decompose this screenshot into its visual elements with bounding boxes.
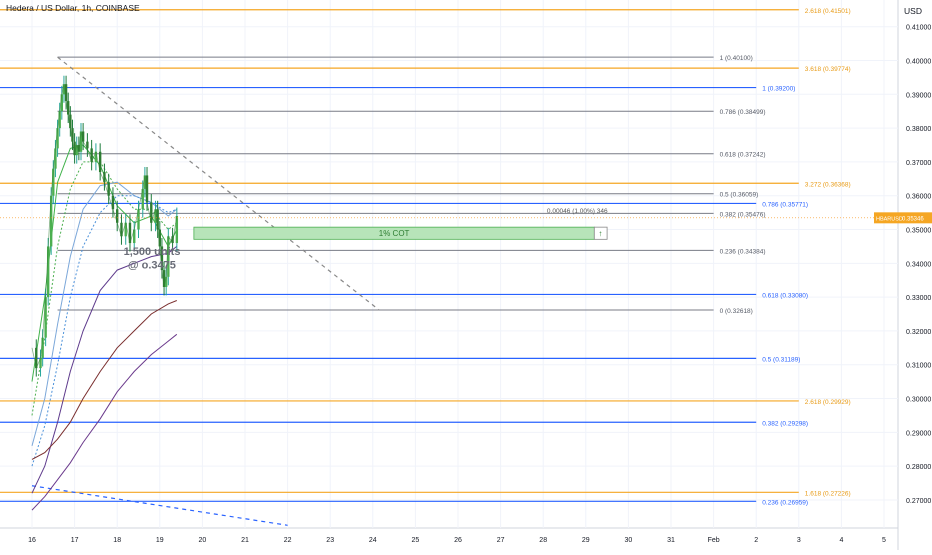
x-tick-label: 29	[582, 537, 590, 544]
chart-title: Hedera / US Dollar, 1h, COINBASE	[6, 3, 140, 13]
current-price-symbol: HBARUSD	[876, 216, 903, 222]
x-tick-label: 17	[71, 537, 79, 544]
fib-retracement-label: 0 (0.32618)	[720, 308, 753, 315]
y-tick-label: 0.35000	[906, 228, 931, 235]
x-tick-label: 20	[199, 537, 207, 544]
x-tick-label: 23	[326, 537, 334, 544]
x-tick-label: Feb	[708, 537, 720, 544]
current-price-value: 0.35346	[902, 216, 924, 222]
x-tick-label: 24	[369, 537, 377, 544]
moving-average-line	[31, 246, 178, 494]
annotation-line-1: 1,500 units	[124, 246, 181, 258]
x-tick-label: 30	[625, 537, 633, 544]
x-tick-label: 25	[412, 537, 420, 544]
blue-level-label: 0.5 (0.31189)	[762, 356, 800, 363]
chart: Hedera / US Dollar, 1h, COINBASE USD 0.4…	[0, 0, 932, 550]
y-tick-label: 0.29000	[906, 430, 931, 437]
x-tick-label: 22	[284, 537, 292, 544]
x-tick-label: 28	[539, 537, 547, 544]
fib-retracement-label: 0.786 (0.38499)	[720, 109, 766, 116]
y-tick-label: 0.38000	[906, 126, 931, 133]
blue-level-label: 0.618 (0.33080)	[762, 292, 808, 299]
x-tick-label: 21	[241, 537, 249, 544]
up-arrow-icon: ↑	[598, 229, 602, 238]
x-tick-label: 3	[797, 537, 801, 544]
y-tick-label: 0.28000	[906, 464, 931, 471]
position-box-info: 0.00046 (1.00%) 346	[547, 208, 608, 215]
fib-retracement-label: 1 (0.40100)	[720, 55, 753, 62]
y-tick-label: 0.40000	[906, 59, 931, 66]
x-tick-label: 4	[839, 537, 843, 544]
y-tick-label: 0.32000	[906, 329, 931, 336]
y-tick-label: 0.41000	[906, 25, 931, 32]
blue-level-label: 0.236 (0.26959)	[762, 499, 808, 506]
x-tick-label: 5	[882, 537, 886, 544]
x-tick-label: 31	[667, 537, 675, 544]
y-tick-label: 0.27000	[906, 498, 931, 505]
y-tick-label: 0.31000	[906, 363, 931, 370]
fib-retracement-label: 0.382 (0.35476)	[720, 211, 766, 218]
x-tick-label: 2	[754, 537, 758, 544]
blue-level-label: 0.382 (0.29298)	[762, 420, 808, 427]
x-tick-label: 26	[454, 537, 462, 544]
x-tick-label: 27	[497, 537, 505, 544]
position-box-label: 1% COT	[379, 229, 410, 238]
y-tick-label: 0.34000	[906, 261, 931, 268]
fib-retracement-label: 0.618 (0.37242)	[720, 152, 766, 159]
orange-level-label: 2.618 (0.41501)	[805, 8, 851, 15]
x-tick-label: 16	[28, 537, 36, 544]
y-tick-label: 0.33000	[906, 295, 931, 302]
orange-level-label: 3.272 (0.36368)	[805, 181, 851, 188]
candle-body	[49, 195, 53, 247]
fib-retracement-label: 0.236 (0.34384)	[720, 248, 766, 255]
blue-level-label: 1 (0.39200)	[762, 86, 795, 93]
blue-level-label: 0.786 (0.35771)	[762, 201, 808, 208]
chart-canvas[interactable]: 0.41000 0.40000 0.39000 0.38000 0.37000 0.360…	[0, 0, 932, 550]
y-tick-label: 0.30000	[906, 397, 931, 404]
orange-level-label: 1.618 (0.27226)	[805, 490, 851, 497]
orange-level-label: 3.618 (0.39774)	[805, 66, 851, 73]
x-tick-label: 18	[113, 537, 121, 544]
y-tick-label: 0.36000	[906, 194, 931, 201]
y-tick-label: 0.39000	[906, 92, 931, 99]
x-tick-label: 19	[156, 537, 164, 544]
fib-retracement-label: 0.5 (0.36059)	[720, 192, 759, 199]
y-tick-label: 0.37000	[906, 160, 931, 167]
annotation-line-2: @ o.3475	[128, 260, 176, 272]
currency-label: USD	[904, 6, 922, 16]
orange-level-label: 2.618 (0.29929)	[805, 399, 851, 406]
